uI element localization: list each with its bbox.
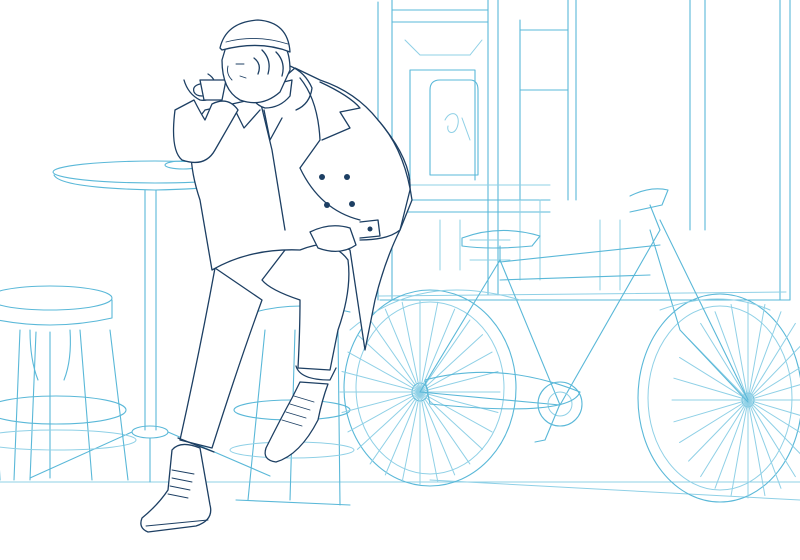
front-wheel-spoke [714,311,749,401]
rear-wheel-spoke [384,391,421,476]
front-wheel-spoke [714,399,749,489]
rear-wheel-spoke [347,351,421,393]
man-drinking-coffee [140,19,413,533]
rear-wheel-spoke [384,308,421,393]
front-wheel-spoke [747,399,800,455]
bar-stool-left [0,285,137,481]
storefront [0,0,800,501]
front-wheel-spoke [679,399,749,444]
bicycle [339,188,800,503]
sketch-illustration [0,0,800,533]
front-wheel-spoke [747,399,782,489]
